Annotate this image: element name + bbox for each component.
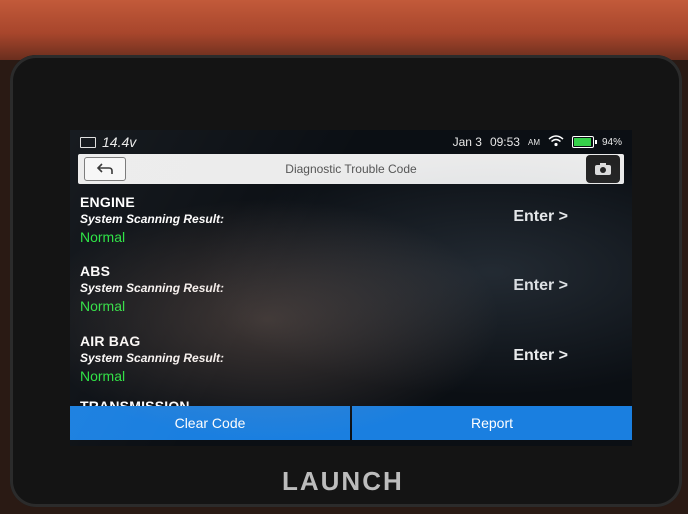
battery-small-icon <box>80 136 96 148</box>
time-text: 09:53 <box>489 135 520 149</box>
back-arrow-icon <box>96 163 113 174</box>
system-result: Normal <box>80 229 126 245</box>
status-bar: 14.4v Jan 3 09:53 AM 94% <box>80 133 622 151</box>
battery-icon <box>571 136 597 148</box>
system-airbag: AIR BAG System Scanning Result: Normal E… <box>80 333 610 395</box>
enter-abs-button[interactable]: Enter > <box>513 277 568 295</box>
title-bar: Diagnostic Trouble Code <box>78 154 624 184</box>
battery-percent: 94% <box>601 136 622 148</box>
back-button[interactable] <box>84 157 126 181</box>
report-button[interactable]: Report <box>352 406 632 440</box>
dashboard-background <box>0 0 688 60</box>
device-screen: 14.4v Jan 3 09:53 AM 94% Diagnostic Trou… <box>70 130 632 446</box>
clear-code-button[interactable]: Clear Code <box>70 406 350 440</box>
brand-logo: LAUNCH <box>282 466 404 496</box>
system-engine: ENGINE System Scanning Result: Normal En… <box>80 194 610 256</box>
screenshot-button[interactable] <box>586 155 620 183</box>
system-result: Normal <box>80 368 126 384</box>
system-abs: ABS System Scanning Result: Normal Enter… <box>80 263 610 325</box>
enter-airbag-button[interactable]: Enter > <box>513 347 568 365</box>
date-text: Jan 3 <box>452 135 482 149</box>
page-title: Diagnostic Trouble Code <box>285 162 417 176</box>
enter-engine-button[interactable]: Enter > <box>513 208 568 226</box>
camera-icon <box>595 163 611 175</box>
ampm-text: AM <box>527 137 540 147</box>
system-result: Normal <box>80 298 126 314</box>
voltage-readout: 14.4v <box>102 134 137 150</box>
bottom-action-bar: Clear Code Report <box>70 406 632 440</box>
wifi-icon <box>548 134 564 150</box>
